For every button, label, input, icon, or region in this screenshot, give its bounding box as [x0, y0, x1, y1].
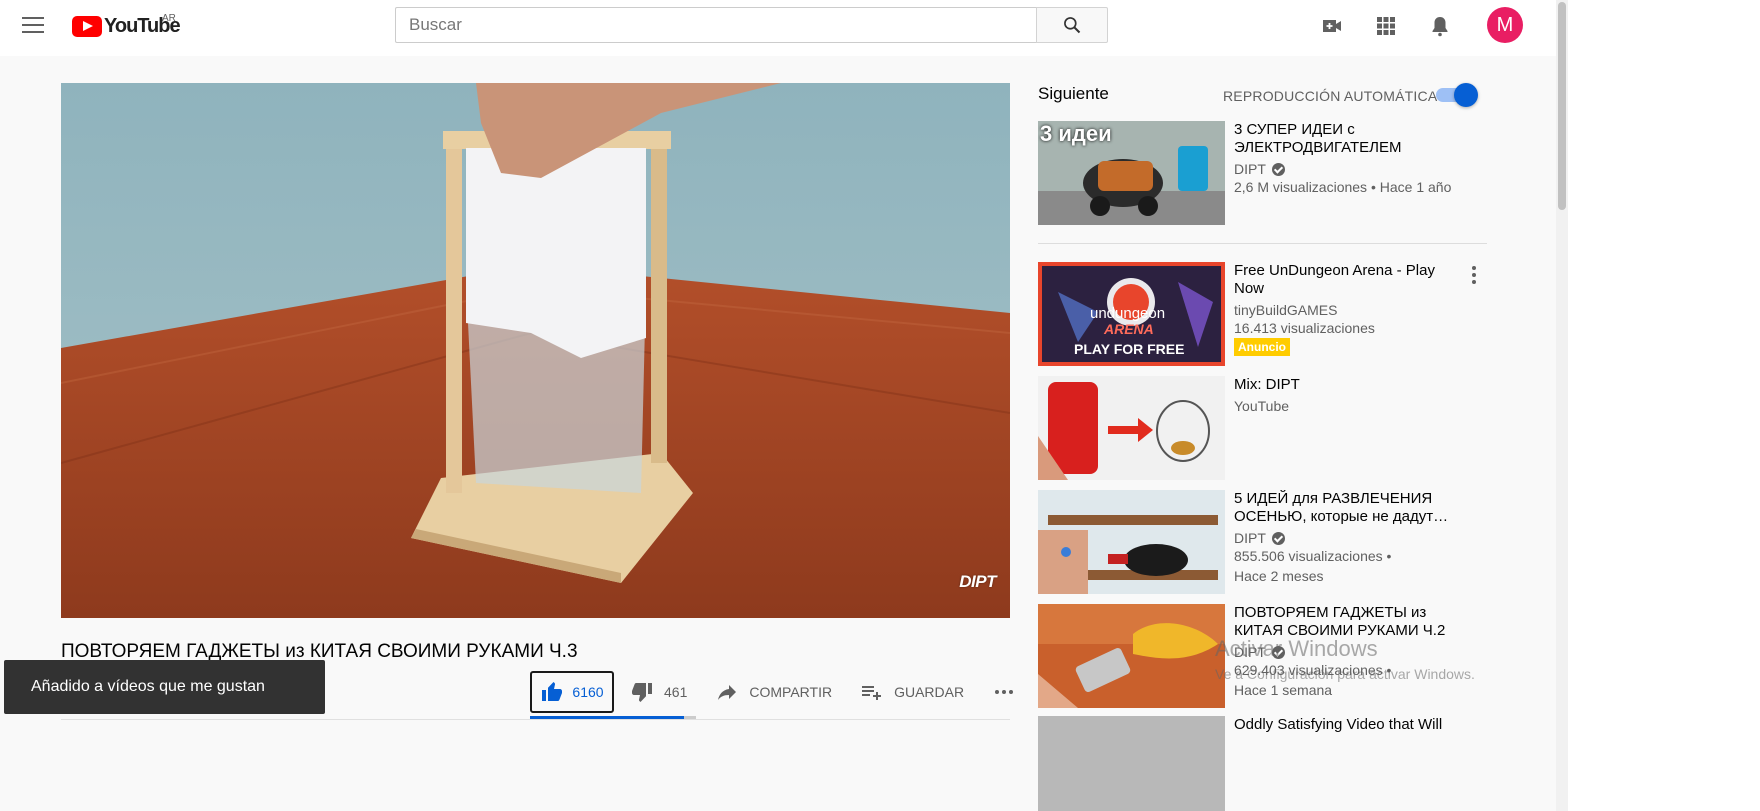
- save-label: GUARDAR: [894, 684, 965, 700]
- more-options-button[interactable]: [1472, 266, 1478, 284]
- scrollbar-thumb[interactable]: [1558, 2, 1566, 210]
- dislike-button[interactable]: 461: [630, 680, 687, 704]
- thumbs-down-icon: [632, 683, 652, 702]
- recommended-video-info: ПОВТОРЯЕМ ГАДЖЕТЫ из КИТАЯ СВОИМИ РУКАМИ…: [1234, 604, 1464, 708]
- promoted-video[interactable]: undungeon ARENA PLAY FOR FREE Free UnDun…: [1038, 262, 1488, 366]
- channel-name-row: DIPT: [1234, 530, 1464, 546]
- hamburger-icon: [22, 17, 44, 19]
- thumbnail-overlay-text: undungeon: [1090, 305, 1166, 322]
- channel-name: DIPT: [1234, 161, 1266, 177]
- recommended-video-info: Oddly Satisfying Video that Will: [1234, 716, 1464, 811]
- playlist-add-icon: [862, 686, 882, 700]
- thumbnail-overlay-text: 3 идеи: [1040, 121, 1112, 146]
- recommended-video-title: Oddly Satisfying Video that Will: [1234, 716, 1443, 733]
- recommended-video-info: 3 СУПЕР ИДЕИ с ЭЛЕКТРОДВИГАТЕЛЕМ DIPT 2,…: [1234, 121, 1464, 225]
- recommended-mix[interactable]: Mix: DIPT YouTube: [1038, 376, 1488, 480]
- channel-name: tinyBuildGAMES: [1234, 302, 1338, 318]
- video-age: Hace 2 meses: [1234, 568, 1324, 584]
- thumbnail-image: [1038, 376, 1225, 480]
- country-code: AR: [162, 13, 176, 24]
- video-player[interactable]: DIPT: [61, 83, 1010, 618]
- channel-name-row: DIPT: [1234, 644, 1464, 660]
- video-meta: 16.413 visualizaciones: [1234, 320, 1375, 336]
- search-icon: [1064, 17, 1081, 34]
- notifications-button[interactable]: [1428, 14, 1452, 38]
- dislike-count: 461: [664, 684, 688, 700]
- guide-menu-button[interactable]: [22, 17, 44, 35]
- recommended-video-title: 5 ИДЕЙ для РАЗВЛЕЧЕНИЯ ОСЕНЬЮ, которые н…: [1234, 490, 1449, 525]
- recommended-video[interactable]: Oddly Satisfying Video that Will: [1038, 716, 1488, 811]
- share-arrow-icon: [718, 685, 737, 700]
- recommended-video-title: Free UnDungeon Arena - Play Now: [1234, 262, 1435, 297]
- ad-badge: Anuncio: [1234, 338, 1290, 356]
- video-age: Hace 1 semana: [1234, 682, 1333, 698]
- bell-icon: [1432, 17, 1448, 37]
- recommended-video-title: 3 СУПЕР ИДЕИ с ЭЛЕКТРОДВИГАТЕЛЕМ: [1234, 121, 1402, 156]
- avatar[interactable]: M: [1487, 7, 1523, 43]
- autoplay-toggle[interactable]: [1436, 83, 1478, 107]
- thumbs-up-icon: [542, 682, 563, 701]
- more-actions-button[interactable]: [992, 680, 1016, 704]
- search-button[interactable]: [1036, 7, 1108, 43]
- like-button[interactable]: 6160: [530, 671, 614, 713]
- video-meta: 855.506 visualizaciones •: [1234, 548, 1392, 564]
- search-input[interactable]: [395, 7, 1036, 43]
- search-box: [395, 7, 1108, 43]
- page-scrollbar[interactable]: [1556, 0, 1568, 811]
- more-vertical-icon: [1472, 266, 1476, 270]
- thumbnail-overlay-text: PLAY FOR FREE: [1074, 341, 1185, 357]
- channel-name-row: tinyBuildGAMES: [1234, 302, 1464, 318]
- divider: [61, 719, 1010, 720]
- video-thumbnail[interactable]: 3 идеи: [1038, 121, 1225, 225]
- sidebar-divider: [1038, 243, 1487, 244]
- channel-name: DIPT: [1234, 530, 1266, 546]
- thumbnail-overlay-text: ARENA: [1104, 321, 1154, 337]
- recommended-video[interactable]: 3 идеи 3 СУПЕР ИДЕИ с ЭЛЕКТРОДВИГАТЕЛЕМ …: [1038, 121, 1488, 225]
- recommended-video[interactable]: 5 ИДЕЙ для РАЗВЛЕЧЕНИЯ ОСЕНЬЮ, которые н…: [1038, 490, 1488, 594]
- video-frame: [61, 83, 1010, 618]
- toast-notification: Añadido a vídeos que me gustan: [4, 660, 325, 714]
- page-margin: [1568, 0, 1760, 811]
- channel-name-row: DIPT: [1234, 161, 1464, 177]
- create-video-button[interactable]: [1320, 14, 1344, 38]
- channel-name-row: YouTube: [1234, 398, 1464, 414]
- video-thumbnail[interactable]: [1038, 490, 1225, 594]
- video-meta: 629.403 visualizaciones •: [1234, 662, 1392, 678]
- video-thumbnail[interactable]: [1038, 604, 1225, 708]
- promoted-video-info: Free UnDungeon Arena - Play Now tinyBuil…: [1234, 262, 1476, 366]
- up-next-heading: Siguiente: [1038, 84, 1109, 103]
- more-horizontal-icon: [995, 690, 1000, 694]
- like-count: 6160: [572, 684, 604, 700]
- video-camera-plus-icon: [1323, 20, 1341, 32]
- autoplay-label: REPRODUCCIÓN AUTOMÁTICA: [1223, 88, 1438, 104]
- thumbnail-image: [1038, 604, 1225, 708]
- recommended-video-info: 5 ИДЕЙ для РАЗВЛЕЧЕНИЯ ОСЕНЬЮ, которые н…: [1234, 490, 1464, 594]
- channel-name: DIPT: [1234, 644, 1266, 660]
- video-meta: 2,6 M visualizaciones • Hace 1 año: [1234, 179, 1452, 195]
- verified-check-icon: [1271, 645, 1285, 659]
- share-button[interactable]: COMPARTIR: [715, 680, 832, 704]
- verified-check-icon: [1271, 162, 1285, 176]
- channel-name: YouTube: [1234, 398, 1290, 414]
- recommended-video-title: Mix: DIPT: [1234, 376, 1300, 393]
- recommended-mix-info: Mix: DIPT YouTube: [1234, 376, 1464, 480]
- apps-grid-icon: [1377, 17, 1395, 35]
- channel-watermark[interactable]: DIPT: [959, 572, 996, 592]
- toggle-knob: [1454, 83, 1478, 107]
- video-actions: 6160 461 COMPARTIR GUARDAR: [530, 671, 1016, 713]
- verified-check-icon: [1271, 531, 1285, 545]
- toast-message: Añadido a vídeos que me gustan: [31, 678, 265, 695]
- youtube-play-icon: [72, 15, 102, 37]
- masthead: YouTube AR M: [0, 0, 1760, 56]
- video-thumbnail[interactable]: [1038, 376, 1225, 480]
- recommended-video-title: ПОВТОРЯЕМ ГАДЖЕТЫ из КИТАЯ СВОИМИ РУКАМИ…: [1234, 604, 1446, 639]
- video-thumbnail[interactable]: [1038, 716, 1225, 811]
- video-thumbnail[interactable]: undungeon ARENA PLAY FOR FREE: [1038, 262, 1225, 366]
- recommended-video[interactable]: ПОВТОРЯЕМ ГАДЖЕТЫ из КИТАЯ СВОИМИ РУКАМИ…: [1038, 604, 1488, 708]
- save-button[interactable]: GUARDAR: [860, 680, 964, 704]
- thumbnail-image: [1038, 490, 1225, 594]
- share-label: COMPARTIR: [749, 684, 833, 700]
- apps-button[interactable]: [1374, 14, 1398, 38]
